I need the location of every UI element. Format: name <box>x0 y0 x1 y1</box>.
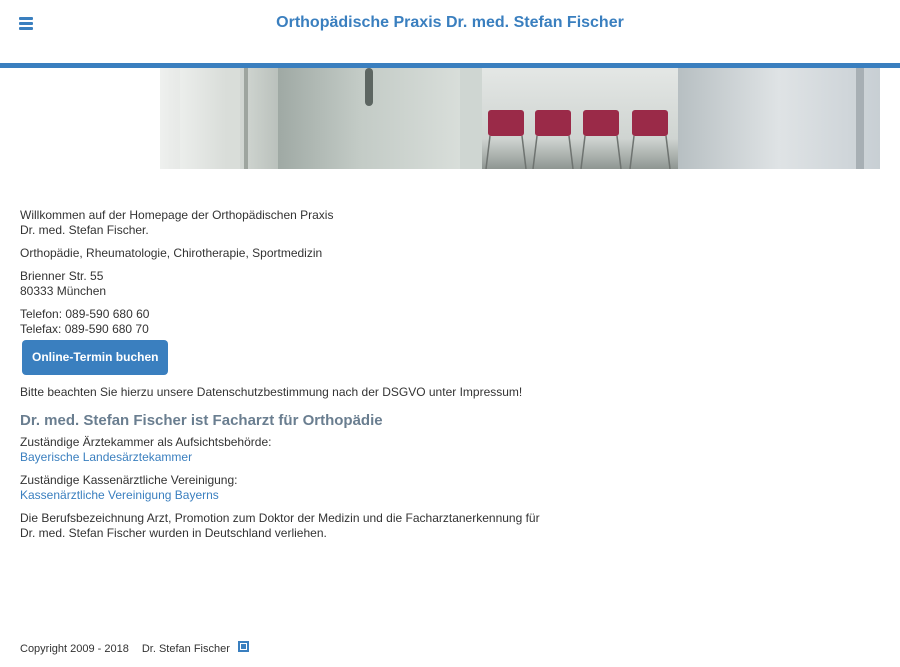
welcome-text: Willkommen auf der Homepage der Orthopäd… <box>20 208 580 238</box>
title-conferral-text: Die Berufsbezeichnung Arzt, Promotion zu… <box>20 511 580 541</box>
contact-numbers: Telefon: 089-590 680 60 Telefax: 089-590… <box>20 307 580 337</box>
specialties-text: Orthopädie, Rheumatologie, Chirotherapie… <box>20 246 323 260</box>
login-square-icon[interactable] <box>237 640 249 652</box>
medical-chamber-label: Zuständige Ärztekammer als Aufsichtsbehö… <box>20 435 272 449</box>
conferral-line-1: Die Berufsbezeichnung Arzt, Promotion zu… <box>20 511 540 525</box>
site-header: Orthopädische Praxis Dr. med. Stefan Fis… <box>0 0 900 63</box>
fax-number: Telefax: 089-590 680 70 <box>20 322 149 336</box>
kv-label: Zuständige Kassenärztliche Vereinigung: <box>20 473 238 487</box>
address-street: Brienner Str. 55 <box>20 269 104 283</box>
header-banner-image <box>20 68 880 169</box>
conferral-line-2: Dr. med. Stefan Fischer wurden in Deutsc… <box>20 526 327 540</box>
footer-owner-name: Dr. Stefan Fischer <box>141 643 230 655</box>
site-title[interactable]: Orthopädische Praxis Dr. med. Stefan Fis… <box>0 14 900 32</box>
main-content: Willkommen auf der Homepage der Orthopäd… <box>20 208 580 549</box>
phone-number: Telefon: 089-590 680 60 <box>20 307 150 321</box>
kv-link[interactable]: Kassenärztliche Vereinigung Bayerns <box>20 488 219 502</box>
medical-chamber-info: Zuständige Ärztekammer als Aufsichtsbehö… <box>20 435 580 465</box>
online-booking-button[interactable]: Online-Termin buchen <box>22 340 169 375</box>
address-city: 80333 München <box>20 284 107 298</box>
specialist-heading: Dr. med. Stefan Fischer ist Facharzt für… <box>20 412 383 429</box>
banner-photo <box>20 68 880 169</box>
medical-chamber-link[interactable]: Bayerische Landesärztekammer <box>20 450 192 464</box>
welcome-line-2: Dr. med. Stefan Fischer. <box>20 223 149 237</box>
site-footer: Copyright 2009 - 2018 Dr. Stefan Fischer <box>20 640 249 655</box>
welcome-line-1: Willkommen auf der Homepage der Orthopäd… <box>20 208 334 222</box>
privacy-notice: Bitte beachten Sie hierzu unsere Datensc… <box>20 385 523 399</box>
copyright-text: Copyright 2009 - 2018 <box>20 643 129 655</box>
address: Brienner Str. 55 80333 München <box>20 269 580 299</box>
kv-info: Zuständige Kassenärztliche Vereinigung: … <box>20 473 580 503</box>
